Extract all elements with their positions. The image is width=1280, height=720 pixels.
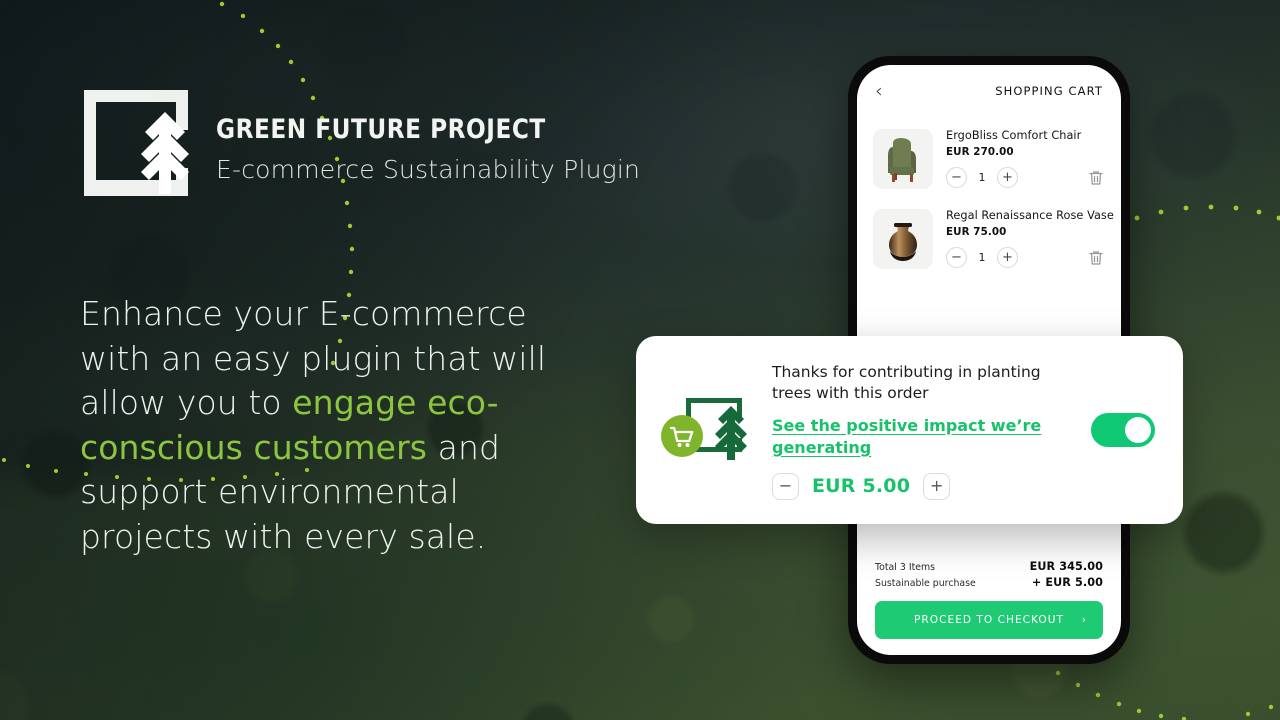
cart-header: ‹ SHOPPING CART <box>857 65 1121 117</box>
checkout-label: PROCEED TO CHECKOUT <box>914 614 1064 626</box>
quantity-value: 1 <box>978 171 986 185</box>
cart-item-name: Regal Renaissance Rose Vase <box>946 209 1114 222</box>
green-future-project-logo-icon <box>80 86 192 196</box>
total-value: EUR 345.00 <box>1029 560 1103 573</box>
quantity-stepper: − 1 + <box>946 247 1105 269</box>
chevron-right-icon: › <box>1081 614 1087 626</box>
cart-item-price: EUR 75.00 <box>946 226 1007 239</box>
sustainable-row: Sustainable purchase + EUR 5.00 <box>875 576 1103 589</box>
trash-icon[interactable] <box>1087 169 1105 187</box>
chevron-left-icon[interactable]: ‹ <box>875 81 883 101</box>
brand-subtitle: E-commerce Sustainability Plugin <box>216 155 641 184</box>
decrease-quantity-button[interactable]: − <box>946 167 967 189</box>
cart-title: SHOPPING CART <box>995 84 1103 98</box>
brand-title: GREEN FUTURE PROJECT <box>216 114 546 145</box>
decrease-donation-button[interactable]: − <box>772 472 799 500</box>
cart-item-body: Regal Renaissance Rose Vase EUR 75.00 − … <box>946 209 1114 269</box>
increase-donation-button[interactable]: + <box>923 472 951 500</box>
green-future-cart-logo-icon <box>660 392 754 468</box>
decrease-quantity-button[interactable]: − <box>946 247 967 269</box>
proceed-to-checkout-button[interactable]: PROCEED TO CHECKOUT › <box>875 601 1103 639</box>
increase-quantity-button[interactable]: + <box>997 167 1018 189</box>
donation-amount: EUR 5.00 <box>812 475 911 498</box>
hero-headline: Enhance your E-commerce with an easy plu… <box>80 292 600 559</box>
sustainability-popup: Thanks for contributing in planting tree… <box>636 336 1183 524</box>
armchair-thumbnail <box>873 129 933 189</box>
cart-item-price: EUR 270.00 <box>946 146 1014 159</box>
cart-item-name: ErgoBliss Comfort Chair <box>946 129 1082 142</box>
slide-canvas: GREEN FUTURE PROJECT E-commerce Sustaina… <box>0 0 1280 720</box>
sustainability-toggle[interactable] <box>1091 413 1155 447</box>
total-label: Total 3 Items <box>875 562 936 573</box>
cart-item: ErgoBliss Comfort Chair EUR 270.00 − 1 + <box>873 117 1105 197</box>
total-row: Total 3 Items EUR 345.00 <box>875 560 1103 573</box>
cart-item: Regal Renaissance Rose Vase EUR 75.00 − … <box>873 197 1114 277</box>
popup-body: Thanks for contributing in planting tree… <box>772 360 1073 500</box>
popup-thanks-text: Thanks for contributing in planting tree… <box>772 363 1041 402</box>
trash-icon[interactable] <box>1087 249 1105 267</box>
cart-item-body: ErgoBliss Comfort Chair EUR 270.00 − 1 + <box>946 129 1105 189</box>
sustainable-label: Sustainable purchase <box>875 578 976 589</box>
quantity-stepper: − 1 + <box>946 167 1105 189</box>
brand-lockup: GREEN FUTURE PROJECT E-commerce Sustaina… <box>80 86 680 196</box>
see-impact-link[interactable]: See the positive impact we’re generating <box>772 415 1062 459</box>
toggle-knob <box>1125 417 1151 443</box>
sustainable-value: + EUR 5.00 <box>1031 576 1103 589</box>
cart-footer: Total 3 Items EUR 345.00 Sustainable pur… <box>857 560 1121 655</box>
donation-stepper: − EUR 5.00 + <box>772 472 1073 500</box>
increase-quantity-button[interactable]: + <box>997 247 1018 269</box>
vase-thumbnail <box>873 209 933 269</box>
quantity-value: 1 <box>978 251 986 265</box>
hero-content: GREEN FUTURE PROJECT E-commerce Sustaina… <box>80 86 680 559</box>
brand-text: GREEN FUTURE PROJECT E-commerce Sustaina… <box>216 86 640 182</box>
